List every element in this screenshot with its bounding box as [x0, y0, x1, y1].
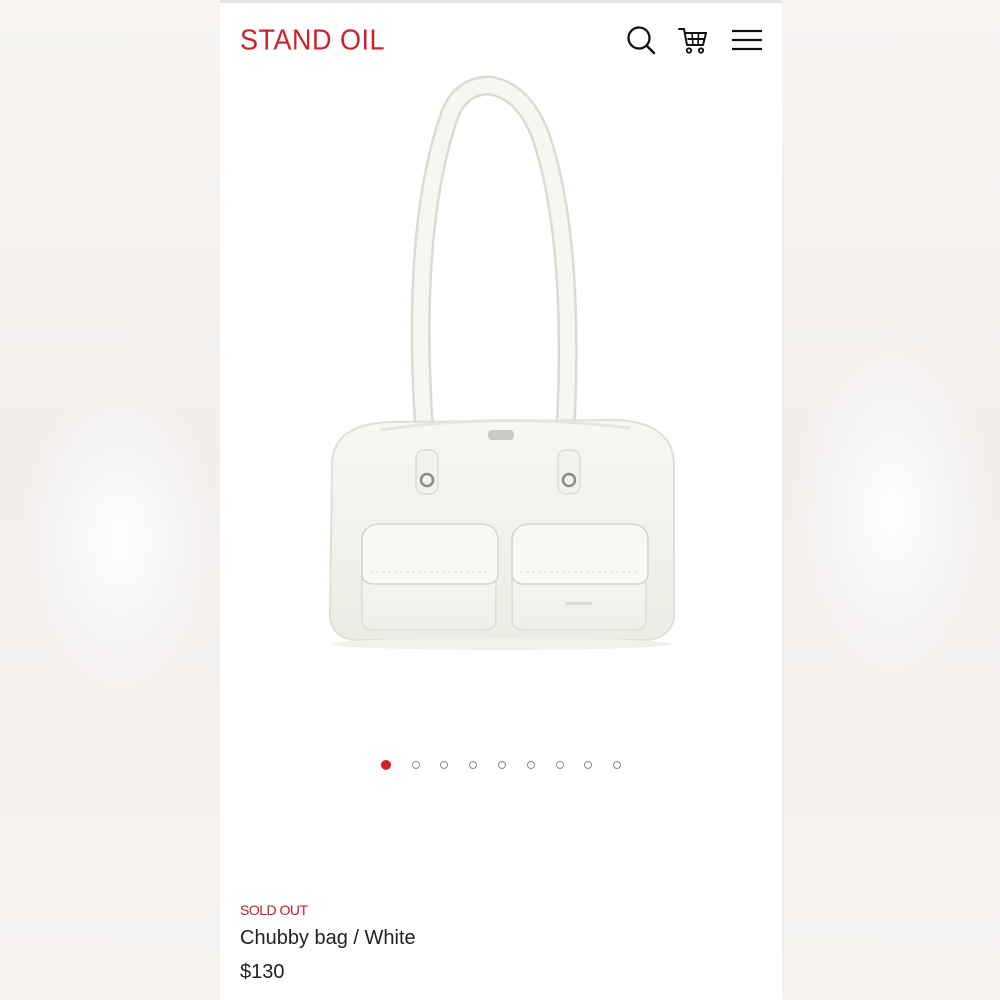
carousel-dot-8[interactable]	[584, 761, 593, 769]
carousel-dot-7[interactable]	[555, 761, 564, 769]
product-image-carousel[interactable]	[220, 74, 782, 734]
brand-logo[interactable]: STAND OIL	[240, 24, 385, 57]
mobile-screen: STAND OIL SOLD OUT Chubby bag / White $1…	[220, 0, 782, 1000]
menu-button[interactable]	[730, 23, 764, 57]
carousel-dot-1[interactable]	[380, 760, 391, 770]
product-info: SOLD OUT Chubby bag / White $130	[240, 902, 416, 984]
stock-status-badge: SOLD OUT	[240, 902, 308, 918]
carousel-dot-2[interactable]	[411, 761, 420, 769]
search-button[interactable]	[624, 23, 658, 57]
carousel-dot-6[interactable]	[526, 761, 535, 769]
cart-button[interactable]	[676, 23, 710, 57]
carousel-dot-5[interactable]	[498, 761, 506, 769]
carousel-dot-3[interactable]	[440, 761, 449, 769]
product-price: $130	[240, 961, 285, 983]
left-background-panel	[0, 0, 220, 1000]
search-icon	[627, 26, 656, 55]
cart-icon	[678, 28, 707, 54]
product-photo-white-bag	[328, 75, 675, 650]
site-header: STAND OIL	[220, 3, 782, 73]
menu-icon	[732, 29, 762, 51]
carousel-dot-4[interactable]	[469, 761, 478, 769]
right-background-panel	[782, 0, 1000, 1000]
product-name[interactable]: Chubby bag / White	[240, 927, 416, 950]
carousel-pagination	[220, 760, 782, 774]
carousel-dot-9[interactable]	[613, 761, 622, 769]
